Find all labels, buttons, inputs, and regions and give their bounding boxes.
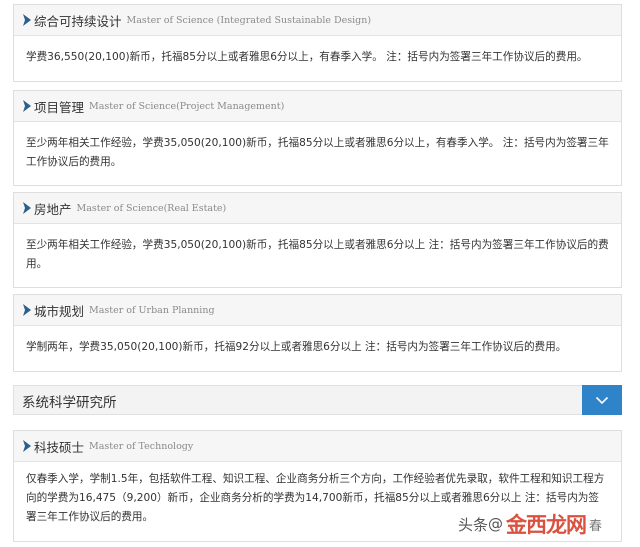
watermark-prefix: 头条 xyxy=(458,515,489,534)
program-title: 项目管理 xyxy=(34,99,85,115)
program-title: 科技硕士 xyxy=(34,439,85,455)
program-card: 房地产 Master of Science(Real Estate) 至少两年相… xyxy=(13,192,622,288)
program-description: 学费36,550(20,100)新币，托福85分以上或者雅思6分以上，有春季入学… xyxy=(26,51,588,63)
program-card: 城市规划 Master of Urban Planning 学制两年，学费35,… xyxy=(13,294,622,372)
program-subtitle: Master of Science(Project Management) xyxy=(89,100,285,112)
section-toggle-button[interactable] xyxy=(582,385,622,415)
program-subtitle: Master of Science (Integrated Sustainabl… xyxy=(126,14,372,26)
chevron-right-icon xyxy=(23,14,31,26)
program-subtitle: Master of Technology xyxy=(89,440,194,452)
program-title: 房地产 xyxy=(34,201,72,217)
program-description: 至少两年相关工作经验，学费35,050(20,100)新币，托福85分以上或者雅… xyxy=(26,137,609,168)
program-header[interactable]: 城市规划 Master of Urban Planning xyxy=(14,295,621,326)
chevron-down-icon xyxy=(595,396,609,404)
program-title: 城市规划 xyxy=(34,303,85,319)
program-header[interactable]: 综合可持续设计 Master of Science (Integrated Su… xyxy=(14,5,621,36)
program-description: 至少两年相关工作经验，学费35,050(20,100)新币，托福85分以上或者雅… xyxy=(26,239,609,270)
program-subtitle: Master of Urban Planning xyxy=(89,304,215,316)
program-card: 项目管理 Master of Science(Project Managemen… xyxy=(13,90,622,186)
chevron-right-icon xyxy=(23,100,31,112)
watermark-at: @ xyxy=(488,515,504,533)
program-title: 综合可持续设计 xyxy=(34,13,122,29)
watermark-logo: 金西龙网 xyxy=(506,513,587,537)
program-header[interactable]: 房地产 Master of Science(Real Estate) xyxy=(14,193,621,224)
watermark-suffix: 春 xyxy=(589,518,603,534)
chevron-right-icon xyxy=(23,202,31,214)
program-subtitle: Master of Science(Real Estate) xyxy=(76,202,227,214)
chevron-right-icon xyxy=(23,440,31,452)
program-header[interactable]: 科技硕士 Master of Technology xyxy=(14,431,621,462)
section-header: 系统科学研究所 xyxy=(13,385,622,415)
program-card: 综合可持续设计 Master of Science (Integrated Su… xyxy=(13,4,622,82)
section-title: 系统科学研究所 xyxy=(22,395,117,411)
watermark: 头条 @ 金西龙网 春 xyxy=(458,510,602,538)
program-description: 学制两年，学费35,050(20,100)新币，托福92分以上或者雅思6分以上 … xyxy=(26,341,567,353)
chevron-right-icon xyxy=(23,304,31,316)
program-header[interactable]: 项目管理 Master of Science(Project Managemen… xyxy=(14,91,621,122)
